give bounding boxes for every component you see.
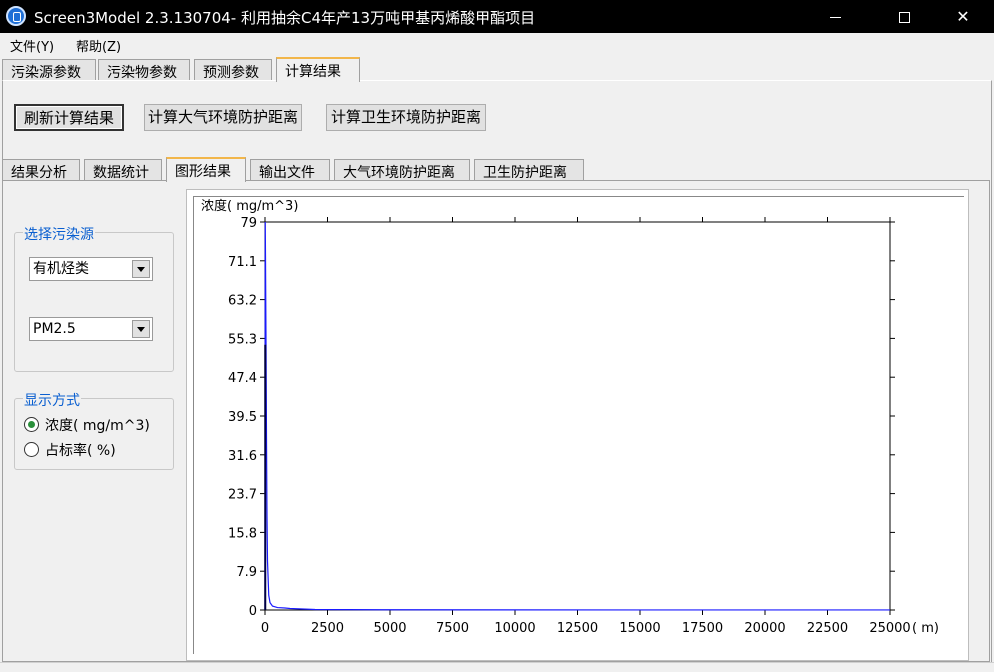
x-tick-label: 12500 [557, 621, 598, 636]
tab-pollutant-params[interactable]: 污染物参数 [98, 59, 190, 81]
y-tick-label: 71.1 [228, 255, 257, 270]
app-icon [6, 6, 26, 26]
menu-help[interactable]: 帮助(Z) [76, 36, 121, 55]
close-button[interactable]: ✕ [940, 0, 986, 33]
x-tick-label: 20000 [744, 621, 785, 636]
radio-ratio-label: 占标率( %) [45, 443, 116, 459]
concentration-chart: 0 7.9 15.8 23.7 31.6 39.5 47.4 55.3 63.2 71.1 79 0 2… [201, 198, 939, 636]
tab-result-analysis[interactable]: 结果分析 [2, 159, 80, 181]
tab-predict-params[interactable]: 预测参数 [194, 59, 272, 81]
y-tick-label: 7.9 [236, 565, 257, 580]
y-tick-label: 15.8 [228, 526, 257, 541]
pollutant-select-value: PM2.5 [33, 321, 76, 337]
source-groupbox: 选择污染源 有机烃类 PM2.5 [14, 224, 174, 372]
tab-source-params[interactable]: 污染源参数 [2, 59, 96, 81]
minimize-icon [829, 17, 841, 18]
chevron-down-icon[interactable] [132, 320, 150, 338]
x-tick-label: 22500 [807, 621, 848, 636]
series-line [264, 221, 891, 611]
top-tab-strip: 污染源参数 污染物参数 预测参数 计算结果 [0, 57, 994, 82]
menu-file[interactable]: 文件(Y) [10, 36, 54, 55]
x-tick-label: 5000 [373, 621, 406, 636]
tab-data-stats[interactable]: 数据统计 [84, 159, 162, 181]
source-select-value: 有机烃类 [33, 261, 89, 277]
y-tick-label: 0 [249, 604, 257, 619]
y-tick-label: 23.7 [228, 488, 257, 503]
sub-tab-strip: 结果分析 数据统计 图形结果 输出文件 大气环境防护距离 卫生防护距离 [0, 157, 994, 182]
maximize-button[interactable] [881, 0, 927, 33]
refresh-results-button[interactable]: 刷新计算结果 [14, 104, 124, 131]
tab-output-file[interactable]: 输出文件 [250, 159, 330, 181]
maximize-icon [898, 12, 910, 23]
radio-checked-icon [24, 417, 39, 432]
tab-graph-results[interactable]: 图形结果 [166, 157, 246, 182]
chevron-down-icon[interactable] [132, 260, 150, 278]
y-tick-label: 55.3 [228, 332, 257, 347]
y-tick-label: 39.5 [228, 410, 257, 425]
y-axis-label: 浓度( mg/m^3) [201, 198, 298, 214]
plot-area-frame [264, 221, 891, 611]
tab-health-protection[interactable]: 卫生防护距离 [474, 159, 584, 181]
calc-atm-distance-button[interactable]: 计算大气环境防护距离 [144, 104, 302, 131]
y-tick-label: 47.4 [228, 371, 257, 386]
x-tick-label: 10000 [494, 621, 535, 636]
menu-bar: 文件(Y) 帮助(Z) [0, 33, 994, 55]
x-tick-label: 0 [261, 621, 269, 636]
source-select[interactable]: 有机烃类 [29, 257, 153, 281]
close-icon: ✕ [956, 7, 970, 26]
x-axis-label: ( m) [912, 621, 939, 636]
calc-health-distance-button[interactable]: 计算卫生环境防护距离 [326, 104, 486, 131]
minimize-button[interactable] [812, 0, 858, 33]
tab-results[interactable]: 计算结果 [276, 57, 360, 82]
display-groupbox: 显示方式 浓度( mg/m^3) 占标率( %) [14, 390, 174, 470]
radio-unchecked-icon [24, 442, 39, 457]
x-tick-label: 15000 [619, 621, 660, 636]
app-window: Screen3Model 2.3.130704- 利用抽余C4年产13万吨甲基丙… [0, 0, 994, 672]
display-group-legend: 显示方式 [23, 390, 81, 410]
y-tick-label: 31.6 [228, 449, 257, 464]
pollutant-select[interactable]: PM2.5 [29, 317, 153, 341]
y-tick-label: 79 [240, 216, 257, 231]
x-tick-label: 7500 [436, 621, 469, 636]
tab-atm-protection[interactable]: 大气环境防护距离 [334, 159, 470, 181]
title-bar: Screen3Model 2.3.130704- 利用抽余C4年产13万吨甲基丙… [0, 0, 994, 33]
x-tick-label: 2500 [311, 621, 344, 636]
radio-concentration-label: 浓度( mg/m^3) [45, 418, 150, 434]
window-title: Screen3Model 2.3.130704- 利用抽余C4年产13万吨甲基丙… [34, 9, 536, 27]
x-tick-label: 17500 [682, 621, 723, 636]
status-bar [0, 662, 994, 672]
source-group-legend: 选择污染源 [23, 224, 95, 244]
y-tick-label: 63.2 [228, 294, 257, 309]
x-tick-label: 25000 [869, 621, 910, 636]
